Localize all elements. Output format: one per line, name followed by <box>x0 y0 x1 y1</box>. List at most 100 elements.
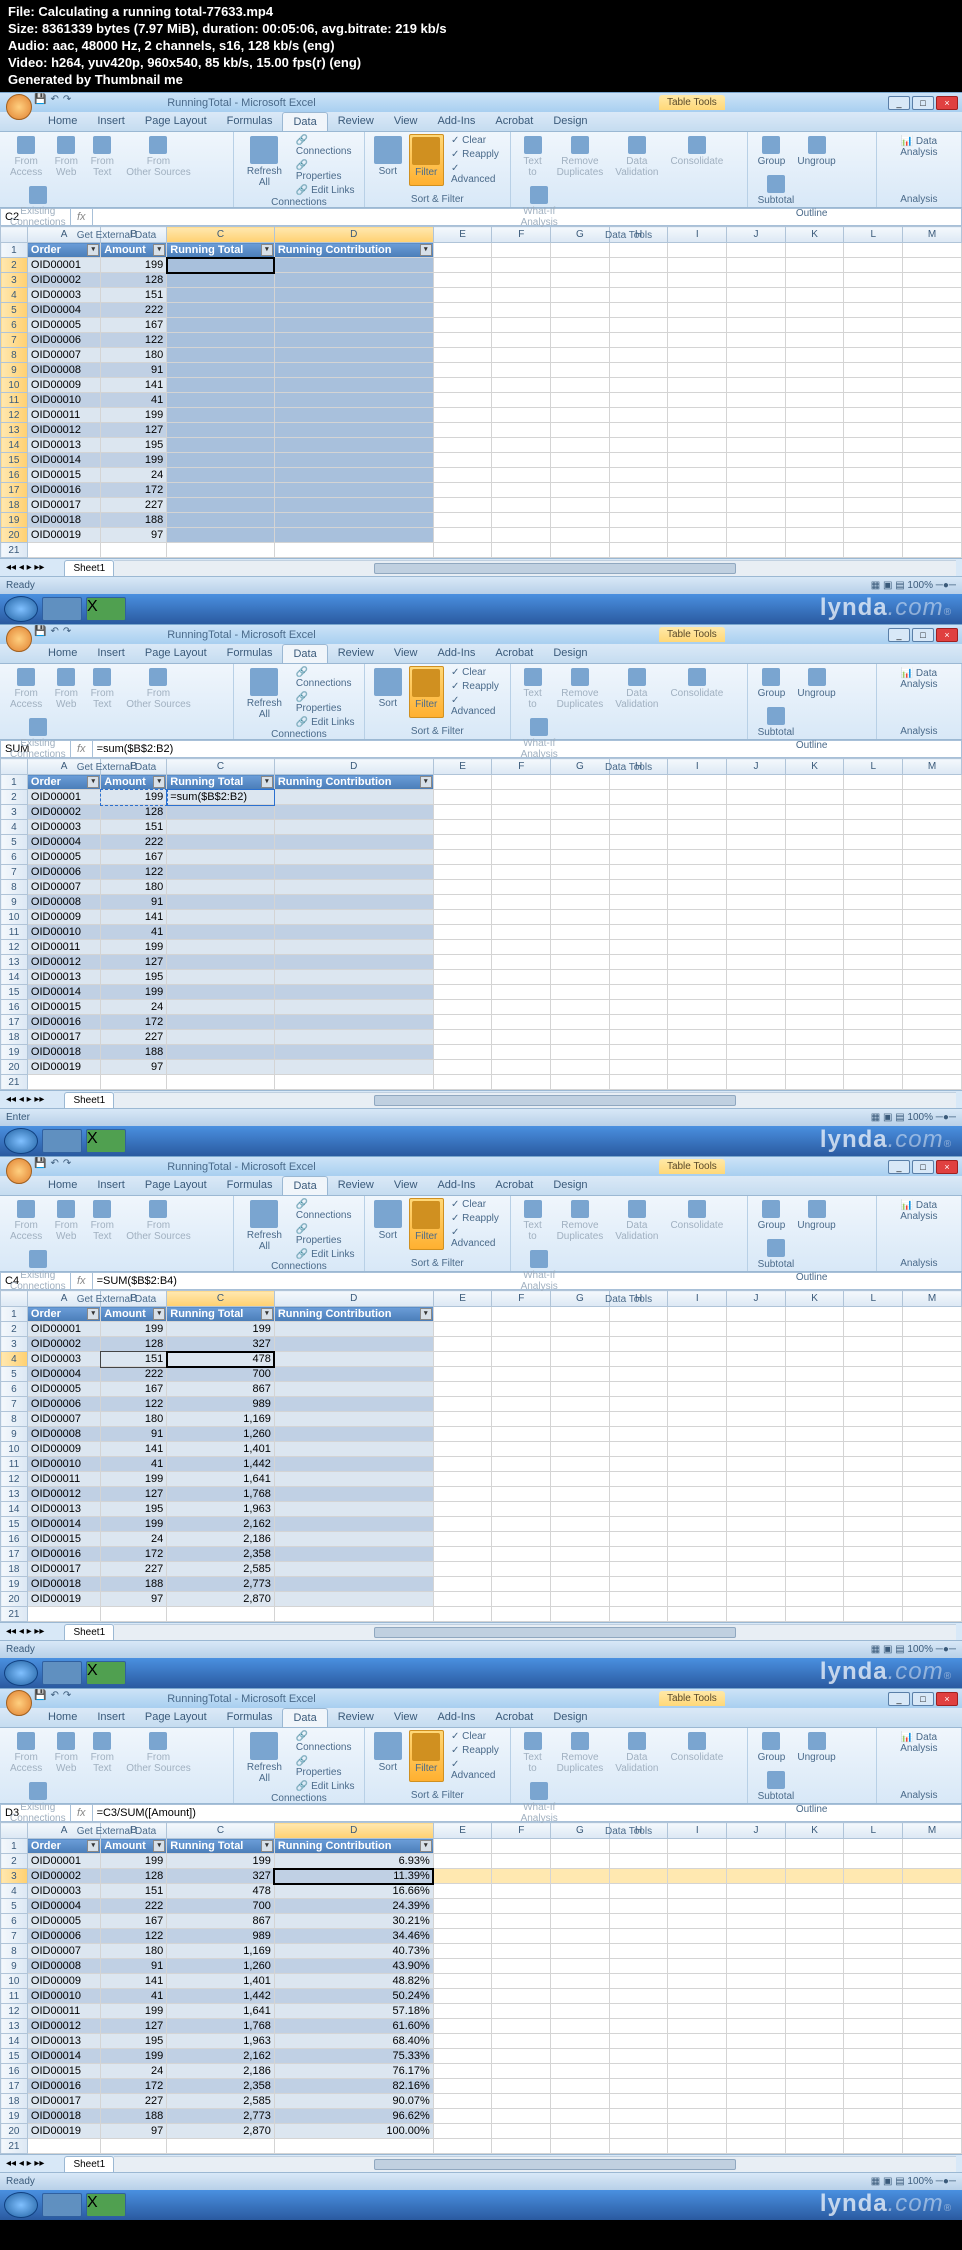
tab-review[interactable]: Review <box>328 112 384 131</box>
cell[interactable]: 151 <box>101 288 167 303</box>
tab-page-layout[interactable]: Page Layout <box>135 644 217 663</box>
cell[interactable]: OID00004 <box>27 303 100 318</box>
ribbon-btn[interactable]: RemoveDuplicates <box>553 134 608 180</box>
tab-design[interactable]: Design <box>543 1708 597 1727</box>
tab-data[interactable]: Data <box>282 1708 327 1727</box>
ribbon-btn[interactable]: Subtotal <box>754 173 799 208</box>
cell[interactable]: 1,401 <box>167 1442 275 1457</box>
cell[interactable] <box>167 820 275 835</box>
cell[interactable]: 2,358 <box>167 1547 275 1562</box>
taskbar-app[interactable] <box>42 597 82 621</box>
cell[interactable] <box>167 408 275 423</box>
sheet-tab[interactable]: Sheet1 <box>64 1092 114 1108</box>
cell[interactable]: 76.17% <box>274 2064 433 2079</box>
cell[interactable]: 90.07% <box>274 2094 433 2109</box>
data-analysis-button[interactable]: 📊 Data Analysis <box>883 666 955 692</box>
ribbon-btn[interactable]: FromOther Sources <box>122 1730 194 1776</box>
ribbon-btn[interactable]: FromText <box>86 1198 118 1244</box>
horizontal-scrollbar[interactable] <box>114 1092 956 1108</box>
col-header[interactable]: K <box>785 759 844 775</box>
col-header[interactable]: M <box>903 1291 962 1307</box>
cell[interactable]: 2,186 <box>167 1532 275 1547</box>
sort-button[interactable]: Sort <box>371 666 404 718</box>
ribbon-btn[interactable]: Subtotal <box>754 1769 799 1804</box>
cell[interactable]: OID00014 <box>27 453 100 468</box>
cell[interactable] <box>274 288 433 303</box>
tab-data[interactable]: Data <box>282 112 327 131</box>
cell[interactable]: 199 <box>101 258 167 273</box>
ribbon-btn[interactable]: Ungroup <box>793 134 839 169</box>
cell[interactable]: 57.18% <box>274 2004 433 2019</box>
cell[interactable] <box>274 438 433 453</box>
ribbon-btn[interactable]: Textto <box>517 666 549 712</box>
maximize-button[interactable]: □ <box>912 1160 934 1174</box>
start-button[interactable] <box>4 1660 38 1686</box>
taskbar-app[interactable]: X <box>86 2193 126 2217</box>
col-header[interactable]: E <box>433 1291 492 1307</box>
cell[interactable] <box>167 498 275 513</box>
tab-review[interactable]: Review <box>328 1176 384 1195</box>
cell[interactable] <box>274 393 433 408</box>
taskbar-app[interactable] <box>42 1661 82 1685</box>
cell[interactable] <box>167 333 275 348</box>
cell[interactable]: 2,162 <box>167 1517 275 1532</box>
cell[interactable]: 1,768 <box>167 1487 275 1502</box>
data-analysis-button[interactable]: 📊 Data Analysis <box>883 134 955 160</box>
cell[interactable]: OID00007 <box>27 348 100 363</box>
cell[interactable]: 6.93% <box>274 1854 433 1869</box>
ribbon-btn[interactable]: FromOther Sources <box>122 134 194 180</box>
cell[interactable]: 1,169 <box>167 1412 275 1427</box>
maximize-button[interactable]: □ <box>912 1692 934 1706</box>
ribbon-btn[interactable]: DataValidation <box>611 666 662 712</box>
ribbon-btn[interactable]: Ungroup <box>793 666 839 701</box>
ribbon-btn[interactable]: Group <box>754 666 790 701</box>
cell[interactable] <box>274 258 433 273</box>
ribbon-btn[interactable]: DataValidation <box>611 134 662 180</box>
ribbon-btn[interactable]: Consolidate <box>666 1730 727 1776</box>
horizontal-scrollbar[interactable] <box>114 560 956 576</box>
ribbon-btn[interactable]: What-IfAnalysis <box>517 1780 562 1826</box>
ribbon-btn[interactable]: FromAccess <box>6 1730 46 1776</box>
minimize-button[interactable]: _ <box>888 628 910 642</box>
cell[interactable] <box>274 528 433 543</box>
filter-button[interactable]: Filter <box>409 666 444 718</box>
ribbon-btn[interactable]: Group <box>754 1730 790 1765</box>
cell[interactable]: OID00002 <box>27 273 100 288</box>
cell[interactable] <box>167 1015 275 1030</box>
cell[interactable]: 50.24% <box>274 1989 433 2004</box>
cell[interactable] <box>167 1000 275 1015</box>
col-header[interactable]: K <box>785 227 844 243</box>
cell[interactable]: 222 <box>101 303 167 318</box>
cell[interactable]: 48.82% <box>274 1974 433 1989</box>
ribbon-btn[interactable]: ExistingConnections <box>6 1780 70 1826</box>
cell[interactable]: 40.73% <box>274 1944 433 1959</box>
close-button[interactable]: × <box>936 1692 958 1706</box>
maximize-button[interactable]: □ <box>912 628 934 642</box>
tab-home[interactable]: Home <box>38 644 87 663</box>
tab-page-layout[interactable]: Page Layout <box>135 1176 217 1195</box>
cell[interactable]: 75.33% <box>274 2049 433 2064</box>
cell[interactable] <box>167 483 275 498</box>
cell[interactable]: 478 <box>167 1352 275 1367</box>
tab-insert[interactable]: Insert <box>87 112 135 131</box>
cell[interactable]: 24.39% <box>274 1899 433 1914</box>
cell[interactable]: 68.40% <box>274 2034 433 2049</box>
col-header[interactable]: D <box>274 759 433 775</box>
cell[interactable] <box>167 528 275 543</box>
data-analysis-button[interactable]: 📊 Data Analysis <box>883 1198 955 1224</box>
col-header[interactable]: L <box>844 1291 903 1307</box>
cell[interactable] <box>167 970 275 985</box>
cell[interactable] <box>167 1045 275 1060</box>
ribbon-btn[interactable]: ExistingConnections <box>6 184 70 230</box>
cell[interactable]: OID00006 <box>27 333 100 348</box>
cell[interactable]: 2,585 <box>167 1562 275 1577</box>
cell[interactable] <box>274 348 433 363</box>
ribbon-btn[interactable]: RemoveDuplicates <box>553 666 608 712</box>
sort-button[interactable]: Sort <box>371 1198 404 1250</box>
cell[interactable]: OID00005 <box>27 318 100 333</box>
tab-page-layout[interactable]: Page Layout <box>135 112 217 131</box>
cell[interactable]: OID00001 <box>27 258 100 273</box>
cell[interactable]: 2,773 <box>167 1577 275 1592</box>
cell[interactable] <box>167 423 275 438</box>
taskbar-app[interactable]: X <box>86 1661 126 1685</box>
